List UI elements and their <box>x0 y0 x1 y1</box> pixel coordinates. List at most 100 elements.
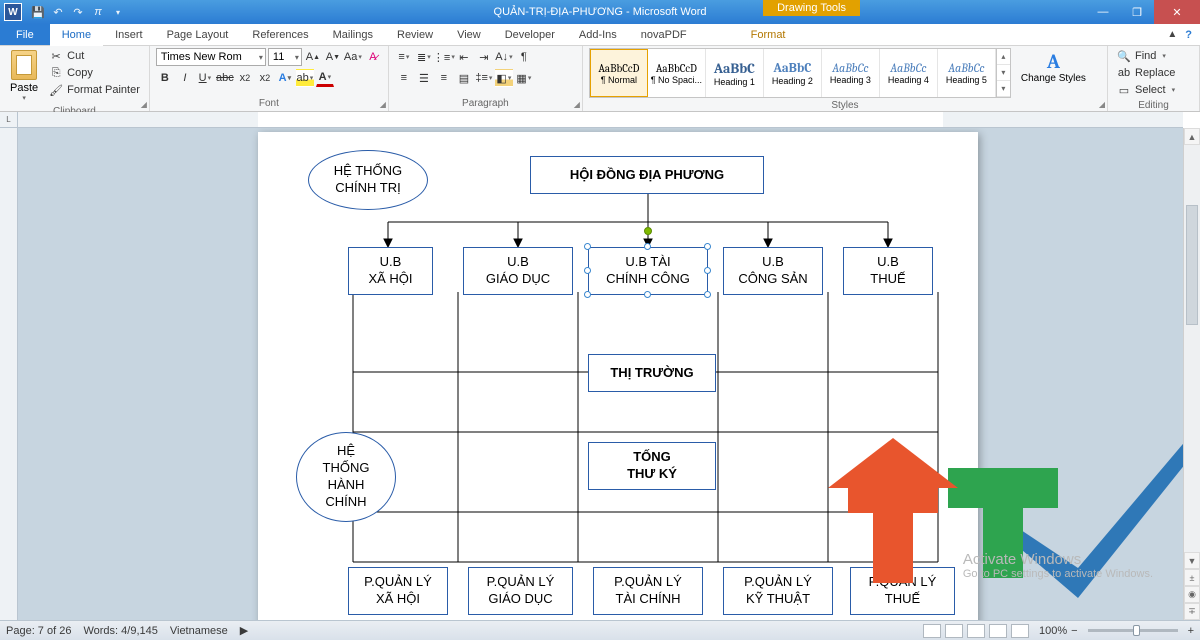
help-icon[interactable]: ? <box>1185 29 1192 41</box>
minimize-ribbon-icon[interactable]: ▲ <box>1167 29 1177 40</box>
diagram-box-market[interactable]: THỊ TRƯỜNG <box>588 354 716 392</box>
diagram-box-ub3-selected[interactable]: U.B TÀI CHÍNH CÔNG <box>588 247 708 295</box>
browse-down-icon[interactable]: ∓ <box>1184 603 1200 620</box>
paste-dropdown-icon[interactable]: ▾ <box>22 94 26 102</box>
zoom-in-icon[interactable]: + <box>1188 625 1194 637</box>
view-outline-icon[interactable] <box>989 624 1007 638</box>
style-nospacing[interactable]: AaBbCcD¶ No Spaci... <box>648 49 706 97</box>
diagram-box-council[interactable]: HỘI ĐỒNG ĐỊA PHƯƠNG <box>530 156 764 194</box>
view-draft-icon[interactable] <box>1011 624 1029 638</box>
tab-addins[interactable]: Add-Ins <box>567 24 629 45</box>
browse-object-icon[interactable]: ◉ <box>1184 586 1200 603</box>
minimize-button[interactable] <box>1086 0 1120 24</box>
selection-handle[interactable] <box>644 243 651 250</box>
status-language[interactable]: Vietnamese <box>170 625 228 637</box>
borders-icon[interactable]: ▦ <box>515 69 533 87</box>
select-button[interactable]: ▭Select▾ <box>1114 82 1193 98</box>
find-button[interactable]: 🔍Find▾ <box>1114 48 1193 64</box>
diagram-box-p3[interactable]: P.QUẢN LÝ TÀI CHÍNH <box>593 567 703 615</box>
font-name-combo[interactable]: Times New Rom <box>156 48 266 66</box>
copy-button[interactable]: ⎘Copy <box>46 65 143 81</box>
page[interactable]: HỆ THỐNG CHÍNH TRỊ HỘI ĐỒNG ĐỊA PHƯƠNG U… <box>258 132 978 620</box>
diagram-box-ub2[interactable]: U.B GIÁO DỤC <box>463 247 573 295</box>
view-web-icon[interactable] <box>967 624 985 638</box>
view-full-screen-icon[interactable] <box>945 624 963 638</box>
document-scroll[interactable]: HỆ THỐNG CHÍNH TRỊ HỘI ĐỒNG ĐỊA PHƯƠNG U… <box>18 128 1183 620</box>
style-heading2[interactable]: AaBbCHeading 2 <box>764 49 822 97</box>
font-launcher-icon[interactable]: ◢ <box>380 100 386 109</box>
highlight-icon[interactable]: ab <box>296 69 314 87</box>
numbering-icon[interactable]: ≣ <box>415 48 433 66</box>
cut-button[interactable]: ✂Cut <box>46 48 143 64</box>
italic-icon[interactable]: I <box>176 69 194 87</box>
selection-handle[interactable] <box>704 291 711 298</box>
selection-handle[interactable] <box>644 291 651 298</box>
status-page[interactable]: Page: 7 of 26 <box>6 625 71 637</box>
styles-gallery[interactable]: AaBbCcD¶ Normal AaBbCcD¶ No Spaci... AaB… <box>589 48 1011 98</box>
align-left-icon[interactable]: ≡ <box>395 69 413 87</box>
strike-icon[interactable]: abc <box>216 69 234 87</box>
sort-icon[interactable]: A↓ <box>495 48 513 66</box>
style-heading3[interactable]: AaBbCcHeading 3 <box>822 49 880 97</box>
change-case-icon[interactable]: Aa <box>344 48 362 66</box>
style-heading4[interactable]: AaBbCcHeading 4 <box>880 49 938 97</box>
increase-indent-icon[interactable]: ⇥ <box>475 48 493 66</box>
style-heading1[interactable]: AaBbCHeading 1 <box>706 49 764 97</box>
font-color-icon[interactable]: A <box>316 69 334 87</box>
vertical-scrollbar[interactable]: ▲ ▼ ± ◉ ∓ <box>1183 128 1200 620</box>
shrink-font-icon[interactable]: A▼ <box>324 48 342 66</box>
bold-icon[interactable]: B <box>156 69 174 87</box>
redo-icon[interactable]: ↷ <box>70 4 86 20</box>
clipboard-launcher-icon[interactable]: ◢ <box>141 100 147 109</box>
tab-mailings[interactable]: Mailings <box>321 24 385 45</box>
diagram-box-p4[interactable]: P.QUẢN LÝ KỸ THUẬT <box>723 567 833 615</box>
tab-novapdf[interactable]: novaPDF <box>629 24 699 45</box>
rotation-handle[interactable] <box>644 227 652 235</box>
change-styles-button[interactable]: A Change Styles <box>1015 48 1092 98</box>
bullets-icon[interactable]: ≡ <box>395 48 413 66</box>
close-button[interactable] <box>1154 0 1200 24</box>
view-print-layout-icon[interactable] <box>923 624 941 638</box>
scroll-thumb[interactable] <box>1186 205 1198 325</box>
diagram-box-ub5[interactable]: U.B THUẾ <box>843 247 933 295</box>
line-spacing-icon[interactable]: ‡≡ <box>475 69 493 87</box>
tab-insert[interactable]: Insert <box>103 24 155 45</box>
tab-developer[interactable]: Developer <box>493 24 567 45</box>
tab-references[interactable]: References <box>240 24 320 45</box>
status-words[interactable]: Words: 4/9,145 <box>83 625 157 637</box>
scroll-down-icon[interactable]: ▼ <box>1184 552 1200 569</box>
vertical-ruler[interactable] <box>0 128 18 620</box>
align-right-icon[interactable]: ≡ <box>435 69 453 87</box>
diagram-box-secretary[interactable]: TỐNG THƯ KÝ <box>588 442 716 490</box>
scroll-up-icon[interactable]: ▲ <box>1184 128 1200 145</box>
replace-button[interactable]: abReplace <box>1114 65 1193 81</box>
diagram-box-p1[interactable]: P.QUẢN LÝ XÃ HỘI <box>348 567 448 615</box>
selection-handle[interactable] <box>704 267 711 274</box>
clear-format-icon[interactable]: A̷ <box>364 48 382 66</box>
tab-view[interactable]: View <box>445 24 493 45</box>
diagram-oval-admin[interactable]: HỆ THỐNG HÀNH CHÍNH <box>296 432 396 522</box>
text-effects-icon[interactable]: A <box>276 69 294 87</box>
save-icon[interactable]: 💾 <box>30 4 46 20</box>
selection-handle[interactable] <box>584 243 591 250</box>
multilevel-icon[interactable]: ⋮≡ <box>435 48 453 66</box>
underline-icon[interactable]: U <box>196 69 214 87</box>
browse-up-icon[interactable]: ± <box>1184 569 1200 586</box>
equation-icon[interactable]: π <box>90 4 106 20</box>
styles-launcher-icon[interactable]: ◢ <box>1099 100 1105 109</box>
justify-icon[interactable]: ▤ <box>455 69 473 87</box>
maximize-button[interactable] <box>1120 0 1154 24</box>
superscript-icon[interactable]: x2 <box>256 69 274 87</box>
selection-handle[interactable] <box>584 267 591 274</box>
diagram-box-p5[interactable]: P.QUẢN LÝ THUẾ <box>850 567 955 615</box>
tab-home[interactable]: Home <box>50 25 103 46</box>
tab-format[interactable]: Format <box>739 24 798 45</box>
paragraph-launcher-icon[interactable]: ◢ <box>574 100 580 109</box>
paste-icon[interactable] <box>11 50 37 80</box>
grow-font-icon[interactable]: A▲ <box>304 48 322 66</box>
horizontal-ruler[interactable] <box>18 112 1183 128</box>
tab-file[interactable]: File <box>0 24 50 45</box>
align-center-icon[interactable]: ☰ <box>415 69 433 87</box>
zoom-slider[interactable] <box>1088 629 1178 632</box>
diagram-box-ub4[interactable]: U.B CÔNG SẢN <box>723 247 823 295</box>
